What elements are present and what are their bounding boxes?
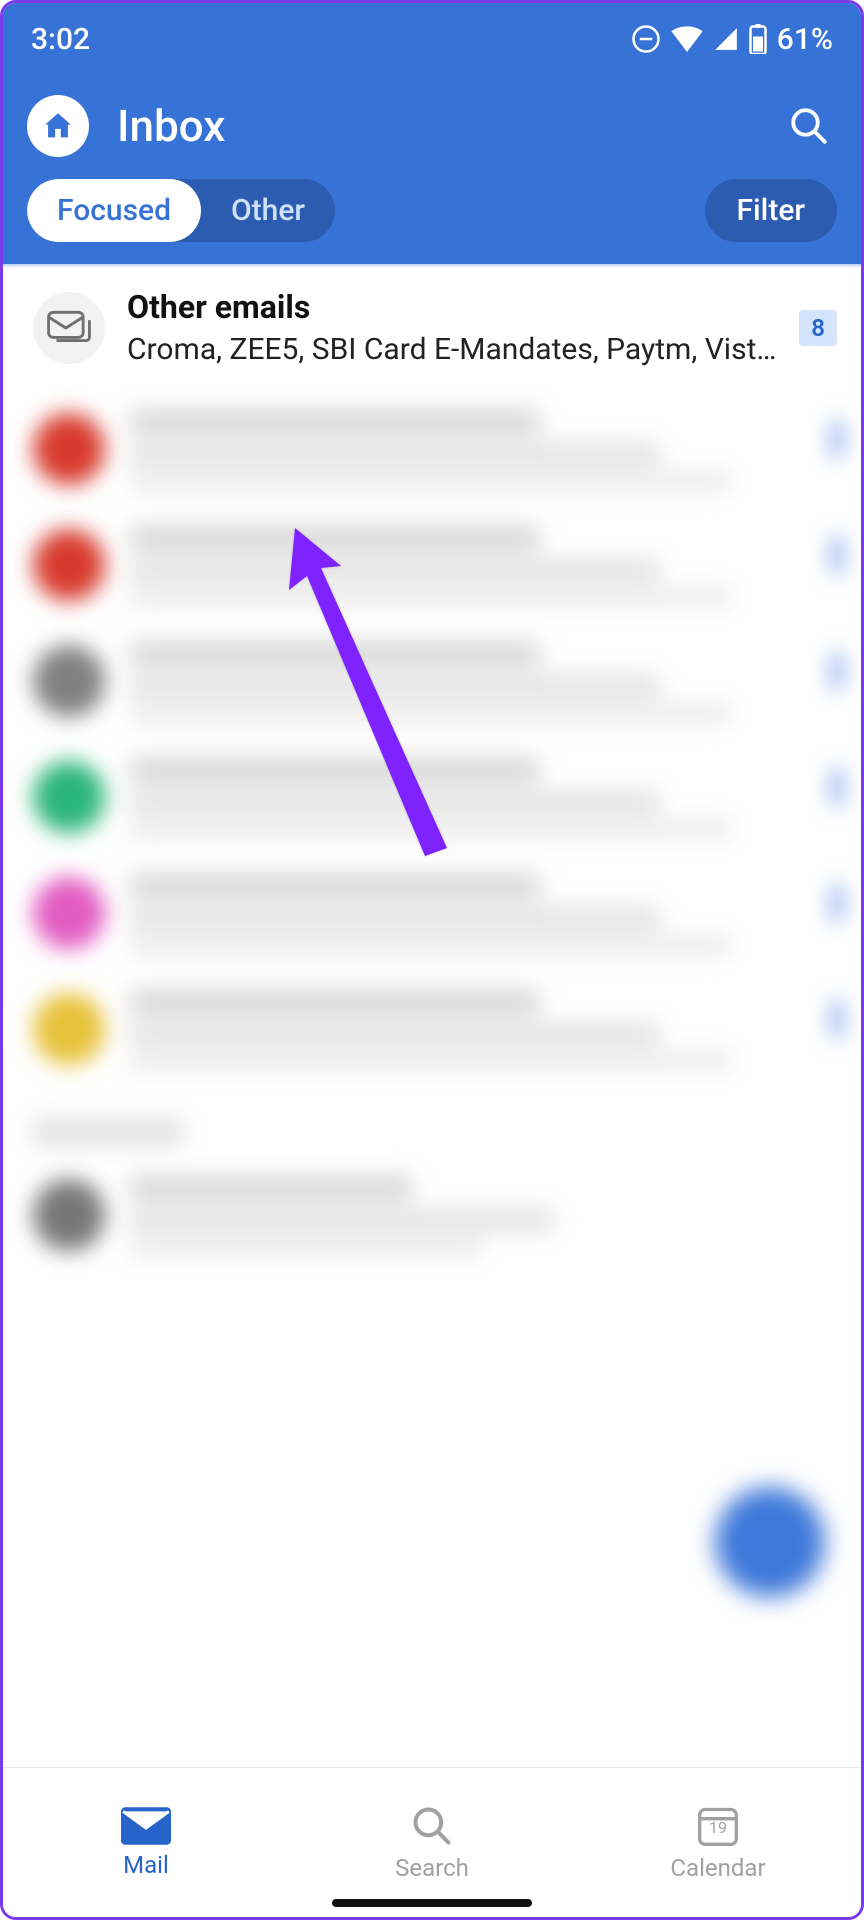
nav-mail-label: Mail	[123, 1851, 169, 1879]
calendar-day-number: 19	[709, 1818, 727, 1837]
unread-indicator	[833, 653, 841, 689]
unread-indicator	[833, 1001, 841, 1037]
unread-indicator	[833, 769, 841, 805]
mail-item[interactable]	[3, 393, 861, 509]
mail-item[interactable]	[3, 857, 861, 973]
mail-avatar	[33, 1179, 105, 1251]
search-icon	[410, 1804, 454, 1848]
nav-mail[interactable]: Mail	[3, 1768, 289, 1917]
mail-avatar	[33, 645, 105, 717]
nav-search[interactable]: Search	[289, 1768, 575, 1917]
home-indicator	[332, 1899, 532, 1907]
mail-item[interactable]	[3, 741, 861, 857]
page-title: Inbox	[117, 100, 781, 152]
nav-calendar[interactable]: 19 Calendar	[575, 1768, 861, 1917]
compose-fab[interactable]	[715, 1487, 825, 1597]
bottom-nav: Mail Search 19 Calendar	[3, 1767, 861, 1917]
mail-item[interactable]	[3, 973, 861, 1089]
stacked-mail-icon	[47, 308, 91, 348]
mail-content: Other emails Croma, ZEE5, SBI Card E-Man…	[3, 268, 861, 1767]
inbox-tab-row: Focused Other Filter	[3, 165, 861, 264]
status-time: 3:02	[31, 22, 90, 57]
unread-indicator	[833, 537, 841, 573]
status-icons: 61%	[631, 22, 833, 57]
other-emails-card[interactable]: Other emails Croma, ZEE5, SBI Card E-Man…	[3, 268, 861, 389]
mail-item[interactable]	[3, 625, 861, 741]
focused-other-toggle: Focused Other	[27, 179, 335, 242]
signal-icon	[713, 26, 739, 52]
other-emails-count-badge: 8	[799, 310, 837, 346]
mail-list[interactable]	[3, 389, 861, 1275]
nav-search-label: Search	[395, 1854, 469, 1882]
mail-avatar	[33, 529, 105, 601]
other-emails-senders: Croma, ZEE5, SBI Card E-Mandates, Paytm,…	[127, 332, 777, 367]
other-emails-title: Other emails	[127, 288, 777, 326]
header-search-button[interactable]	[781, 98, 837, 154]
battery-icon	[749, 24, 767, 54]
status-bar: 3:02 61%	[3, 3, 861, 75]
section-header	[33, 1117, 183, 1147]
mail-item[interactable]	[3, 509, 861, 625]
tab-focused[interactable]: Focused	[27, 179, 201, 242]
mail-item[interactable]	[3, 1159, 861, 1275]
app-header: Inbox	[3, 75, 861, 165]
tab-other[interactable]: Other	[201, 179, 335, 242]
unread-indicator	[833, 885, 841, 921]
nav-calendar-label: Calendar	[670, 1854, 765, 1882]
home-icon	[41, 109, 75, 143]
unread-indicator	[833, 421, 841, 457]
search-icon	[788, 105, 830, 147]
home-button[interactable]	[27, 95, 89, 157]
other-emails-avatar	[33, 292, 105, 364]
mail-avatar	[33, 413, 105, 485]
mail-avatar	[33, 993, 105, 1065]
mail-icon	[121, 1807, 171, 1845]
filter-button[interactable]: Filter	[705, 179, 837, 242]
mail-avatar	[33, 877, 105, 949]
mail-avatar	[33, 761, 105, 833]
wifi-icon	[671, 26, 703, 52]
battery-percent: 61%	[777, 22, 833, 57]
do-not-disturb-icon	[631, 24, 661, 54]
